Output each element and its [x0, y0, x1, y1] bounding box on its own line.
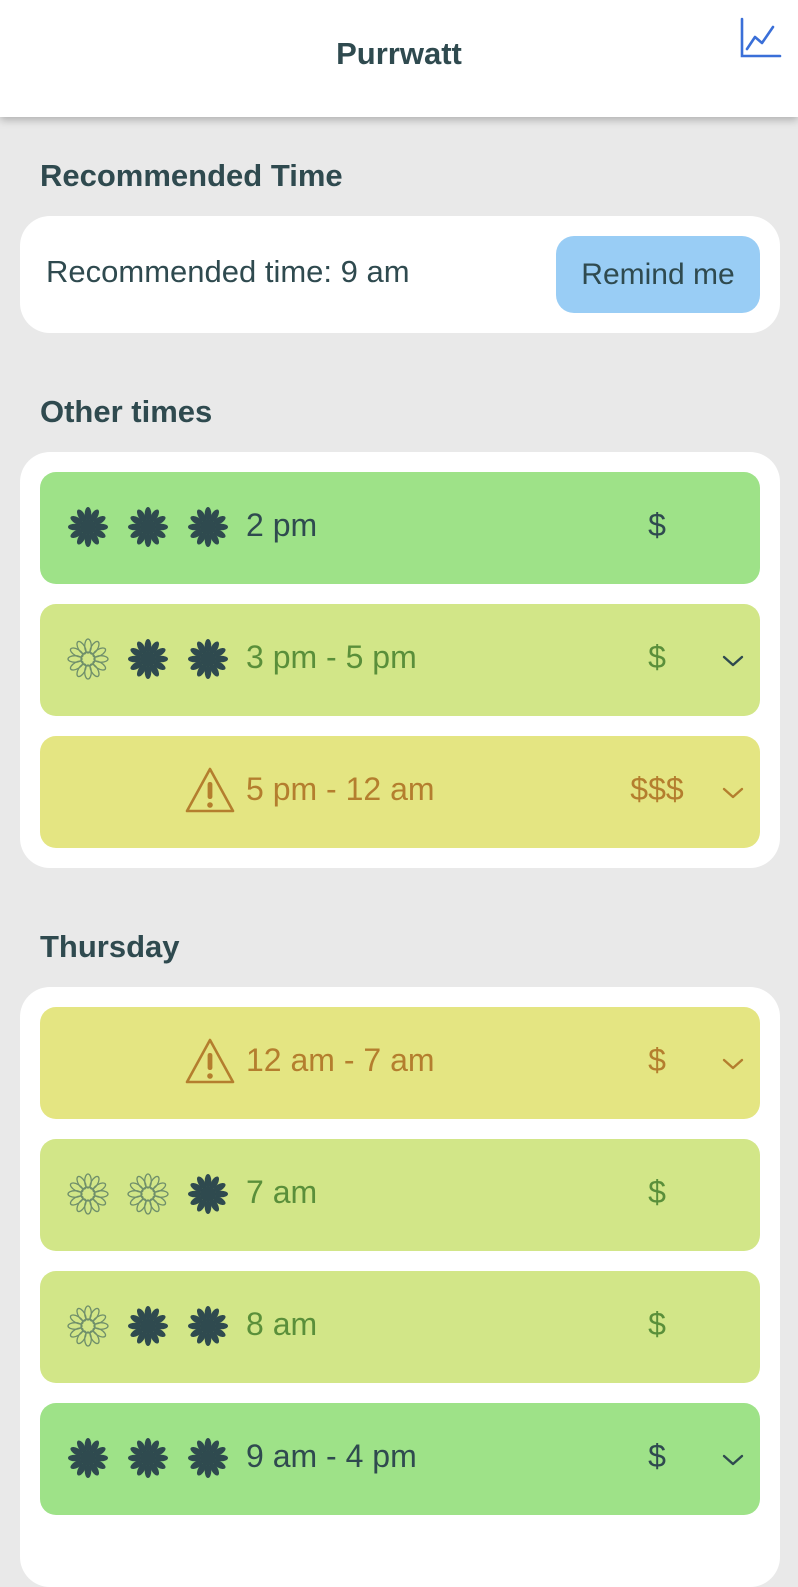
slot-time: 9 am - 4 pm	[246, 1438, 417, 1474]
slot-price: $	[648, 639, 666, 675]
app-header: Purrwatt	[0, 0, 798, 117]
chevron-down-icon[interactable]	[722, 654, 744, 668]
app-title: Purrwatt	[336, 36, 462, 71]
section-title-thursday: Thursday	[40, 929, 180, 964]
slot-price: $	[648, 1438, 666, 1474]
sun-full-icon	[66, 1436, 110, 1480]
time-slot-row[interactable]: 2 pm $	[40, 472, 760, 584]
time-slot-row[interactable]: 5 pm - 12 am $$$	[40, 736, 760, 848]
sun-full-icon	[186, 637, 230, 681]
recommended-time-text: Recommended time: 9 am	[46, 254, 410, 289]
slot-price: $$$	[630, 771, 684, 807]
remind-me-button[interactable]: Remind me	[556, 236, 760, 313]
sun-full-icon	[186, 1304, 230, 1348]
slot-price: $	[648, 1042, 666, 1078]
sun-full-icon	[126, 1436, 170, 1480]
time-slot-row[interactable]: 3 pm - 5 pm $	[40, 604, 760, 716]
chevron-down-icon[interactable]	[722, 1453, 744, 1467]
warning-icon	[184, 1037, 236, 1085]
sun-full-icon	[126, 637, 170, 681]
slot-time: 3 pm - 5 pm	[246, 639, 417, 675]
section-title-recommended: Recommended Time	[40, 158, 343, 193]
sun-full-icon	[186, 505, 230, 549]
slot-time: 2 pm	[246, 507, 318, 543]
slot-time: 5 pm - 12 am	[246, 771, 435, 807]
slot-price: $	[648, 507, 666, 543]
sun-outline-icon	[66, 1304, 110, 1348]
time-slot-row[interactable]: 8 am $	[40, 1271, 760, 1383]
sun-outline-icon	[66, 1172, 110, 1216]
sun-full-icon	[126, 1304, 170, 1348]
slot-time: 8 am	[246, 1306, 318, 1342]
warning-icon	[184, 766, 236, 814]
section-title-other-times: Other times	[40, 394, 213, 429]
time-slot-row[interactable]: 7 am $	[40, 1139, 760, 1251]
sun-full-icon	[66, 505, 110, 549]
slot-time: 7 am	[246, 1174, 318, 1210]
thursday-card: 12 am - 7 am $7 am $8 am $9 am - 4 pm $	[20, 987, 780, 1587]
time-slot-row[interactable]: 12 am - 7 am $	[40, 1007, 760, 1119]
chevron-down-icon[interactable]	[722, 786, 744, 800]
other-times-card: 2 pm $3 pm - 5 pm $ 5 pm - 12 am $$$	[20, 452, 780, 868]
line-chart-icon[interactable]	[738, 16, 782, 60]
slot-time: 12 am - 7 am	[246, 1042, 435, 1078]
recommended-card: Recommended time: 9 am Remind me	[20, 216, 780, 333]
sun-full-icon	[186, 1172, 230, 1216]
sun-outline-icon	[66, 637, 110, 681]
time-slot-row[interactable]: 9 am - 4 pm $	[40, 1403, 760, 1515]
slot-price: $	[648, 1306, 666, 1342]
slot-price: $	[648, 1174, 666, 1210]
sun-outline-icon	[126, 1172, 170, 1216]
chevron-down-icon[interactable]	[722, 1057, 744, 1071]
sun-full-icon	[186, 1436, 230, 1480]
sun-full-icon	[126, 505, 170, 549]
